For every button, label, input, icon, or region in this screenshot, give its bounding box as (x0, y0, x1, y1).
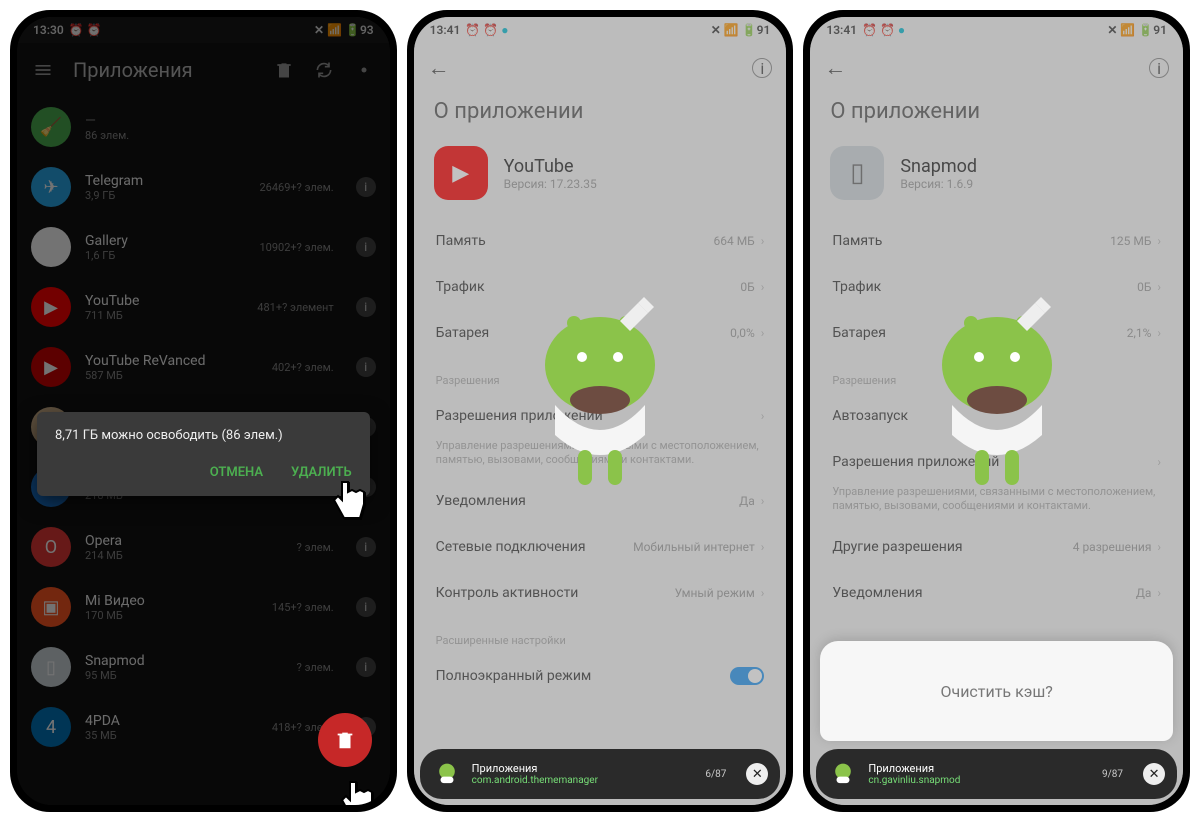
toast-title: Приложения (868, 762, 1092, 775)
progress-toast: Приложения com.android.thememanager 6/87… (420, 749, 781, 799)
toast-package: com.android.thememanager (472, 775, 696, 786)
sdmaid-overlay-icon (520, 295, 680, 495)
sheet-title: Очистить кэш? (940, 682, 1052, 701)
toast-title: Приложения (472, 762, 696, 775)
fab-delete[interactable] (318, 713, 372, 767)
phone-3: 13:41⏰ ⏰ ● ✕ 📶 🔋91 ← i О приложении ▯ Sn… (803, 10, 1190, 812)
sdmaid-overlay-icon (917, 295, 1077, 495)
toast-progress: 9/87 (1102, 769, 1123, 780)
trash-icon (334, 729, 356, 751)
dialog-message: 8,71 ГБ можно освободить (86 элем.) (55, 428, 352, 443)
phone-1: 13:30⏰ ⏰ ✕ 📶 🔋93 Приложения 🧹 —86 элем.✈… (10, 10, 397, 812)
toast-progress: 6/87 (705, 769, 726, 780)
close-icon[interactable]: ✕ (1143, 763, 1165, 785)
sdmaid-mini-icon (432, 759, 462, 789)
toast-package: cn.gavinliu.snapmod (868, 775, 1092, 786)
progress-toast: Приложения cn.gavinliu.snapmod 9/87 ✕ (816, 749, 1177, 799)
close-icon[interactable]: ✕ (746, 763, 768, 785)
sdmaid-mini-icon (828, 759, 858, 789)
bottom-sheet[interactable]: Очистить кэш? (820, 641, 1173, 741)
phone-2: 13:41⏰ ⏰ ● ✕ 📶 🔋91 ← i О приложении ▶ Yo… (407, 10, 794, 812)
cancel-button[interactable]: ОТМЕНА (210, 465, 263, 480)
confirm-dialog: 8,71 ГБ можно освободить (86 элем.) ОТМЕ… (37, 412, 370, 496)
delete-button[interactable]: УДАЛИТЬ (291, 465, 352, 480)
modal-backdrop[interactable] (17, 17, 390, 805)
